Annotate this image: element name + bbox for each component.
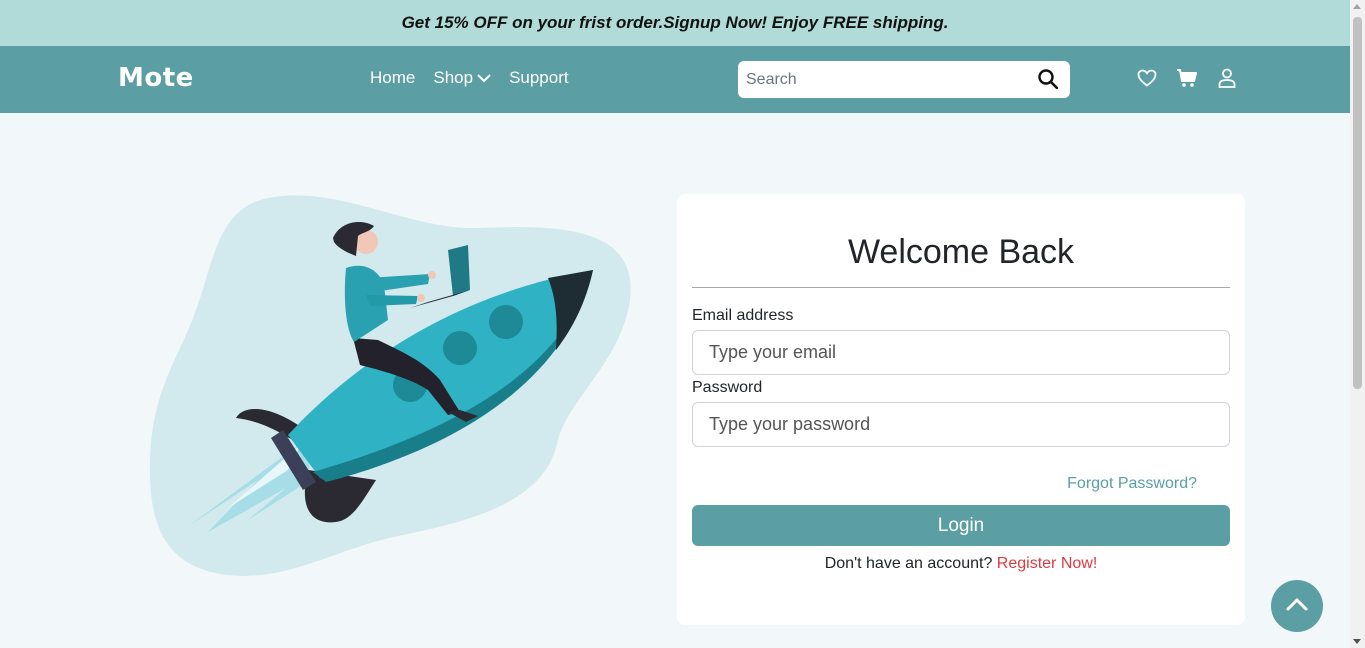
email-label: Email address <box>692 307 794 324</box>
rocket-illustration <box>148 190 638 580</box>
forgot-password-link[interactable]: Forgot Password? <box>1067 475 1197 493</box>
forgot-row: Forgot Password? <box>692 462 1230 502</box>
chevron-up-icon <box>1286 597 1308 616</box>
nav-home-label: Home <box>370 68 416 87</box>
scrollbar-thumb[interactable] <box>1353 17 1362 389</box>
password-field[interactable] <box>692 402 1230 447</box>
login-button[interactable]: Login <box>692 505 1230 546</box>
promo-banner: Get 15% OFF on your frist order.Signup N… <box>0 0 1350 46</box>
nav-shop-label: Shop <box>433 68 474 87</box>
brand-logo[interactable]: Mote <box>118 63 194 93</box>
login-card: Welcome Back Email address Password Forg… <box>677 194 1245 625</box>
scroll-down-arrow-icon[interactable] <box>1353 639 1361 644</box>
nav-icons <box>1136 67 1238 89</box>
nav-home-link[interactable]: Home <box>370 68 415 88</box>
promo-text: Get 15% OFF on your frist order.Signup N… <box>401 13 949 32</box>
email-field[interactable] <box>692 330 1230 375</box>
login-title: Welcome Back <box>847 233 1075 271</box>
search-bar <box>738 61 1070 98</box>
nav-shop-dropdown[interactable]: Shop <box>433 68 491 88</box>
password-label: Password <box>692 379 763 396</box>
cart-icon[interactable] <box>1176 67 1198 89</box>
register-prompt: Don't have an account? Register Now! <box>692 555 1230 573</box>
navbar: Mote Home Shop Support <box>0 46 1350 113</box>
nav-support-link[interactable]: Support <box>509 68 569 88</box>
back-to-top-button[interactable] <box>1271 580 1323 632</box>
search-input[interactable] <box>738 70 1018 89</box>
register-link[interactable]: Register Now! <box>997 555 1097 572</box>
nav-support-label: Support <box>509 68 569 87</box>
main-nav: Home Shop Support <box>370 68 587 88</box>
scroll-up-arrow-icon[interactable] <box>1353 4 1361 9</box>
chevron-down-icon <box>477 73 491 83</box>
page-scrollbar[interactable] <box>1350 0 1365 648</box>
search-icon[interactable] <box>1038 69 1059 94</box>
no-account-text: Don't have an account? <box>824 555 993 572</box>
heart-icon[interactable] <box>1136 67 1158 89</box>
title-divider <box>692 287 1230 288</box>
user-icon[interactable] <box>1216 67 1238 89</box>
